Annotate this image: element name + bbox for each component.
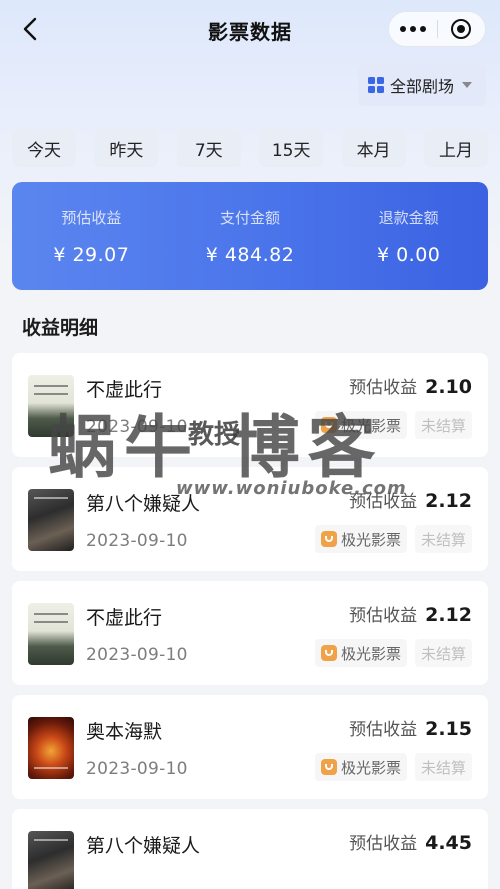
caret-down-icon	[462, 82, 473, 88]
grid-icon	[368, 77, 384, 93]
cup-icon	[320, 645, 337, 661]
movie-poster	[28, 603, 74, 665]
order-date: 2023-09-10	[86, 759, 188, 779]
record-tags: 极光影票 未结算	[314, 753, 472, 781]
earnings: 预估收益 2.12	[349, 487, 472, 512]
stat-label: 退款金额	[378, 208, 439, 227]
platform-tag: 极光影票	[314, 525, 407, 553]
order-date: 2023-09-10	[86, 531, 188, 551]
platform-name: 极光影票	[340, 530, 401, 549]
platform-tag: 极光影票	[314, 411, 407, 439]
more-dots-icon	[399, 26, 426, 32]
earnings-label: 预估收益	[349, 378, 418, 398]
top-bar: 影票数据	[0, 0, 500, 58]
earnings-value: 2.12	[425, 604, 472, 626]
movie-title: 不虚此行	[86, 607, 163, 629]
venue-filter-label: 全部剧场	[390, 77, 455, 96]
movie-title: 第八个嫌疑人	[86, 835, 201, 857]
earnings-label: 预估收益	[349, 834, 418, 854]
order-date: 2023-09-10	[86, 417, 188, 437]
cup-icon	[320, 417, 337, 433]
venue-filter-dropdown[interactable]: 全部剧场	[358, 64, 486, 106]
earnings-value: 2.12	[425, 490, 472, 512]
stat-paid-amount: 支付金额 ¥ 484.82	[171, 182, 330, 290]
record-tags: 极光影票 未结算	[314, 411, 472, 439]
platform-name: 极光影票	[340, 416, 401, 435]
stat-label: 预估收益	[61, 208, 122, 227]
earnings: 预估收益 4.45	[349, 829, 472, 854]
earnings-label: 预估收益	[349, 606, 418, 626]
platform-name: 极光影票	[340, 758, 401, 777]
stat-value: ¥ 484.82	[205, 243, 295, 266]
tab-today[interactable]: 今天	[12, 129, 76, 167]
cup-icon	[320, 531, 337, 547]
earnings-label: 预估收益	[349, 720, 418, 740]
tab-this-month[interactable]: 本月	[341, 129, 406, 167]
earnings: 预估收益 2.10	[349, 373, 472, 398]
list-item[interactable]: 奥本海默 2023-09-10 预估收益 2.15 极光影票 未结算	[12, 695, 488, 799]
list-item[interactable]: 第八个嫌疑人 预估收益 4.45	[12, 809, 488, 889]
settlement-status: 未结算	[414, 525, 472, 553]
cup-icon	[320, 759, 337, 775]
period-tabs: 今天 昨天 7天 15天 本月 上月	[12, 129, 488, 167]
section-title: 收益明细	[22, 317, 99, 339]
target-icon	[451, 19, 472, 39]
list-item[interactable]: 第八个嫌疑人 2023-09-10 预估收益 2.12 极光影票 未结算	[12, 467, 488, 571]
mini-program-capsule	[388, 11, 486, 47]
earnings-value: 2.10	[425, 376, 472, 398]
earnings-label: 预估收益	[349, 492, 418, 512]
earnings: 预估收益 2.12	[349, 601, 472, 626]
movie-title: 奥本海默	[86, 721, 163, 743]
movie-poster	[28, 489, 74, 551]
tab-15-days[interactable]: 15天	[259, 129, 324, 167]
platform-name: 极光影票	[340, 644, 401, 663]
movie-title: 不虚此行	[86, 379, 163, 401]
movie-poster	[28, 375, 74, 437]
close-button[interactable]	[437, 11, 485, 47]
tab-7-days[interactable]: 7天	[176, 129, 241, 167]
movie-poster	[28, 717, 74, 779]
platform-tag: 极光影票	[314, 753, 407, 781]
list-item[interactable]: 不虚此行 2023-09-10 预估收益 2.12 极光影票 未结算	[12, 581, 488, 685]
record-tags: 极光影票 未结算	[314, 525, 472, 553]
tab-last-month[interactable]: 上月	[423, 129, 488, 167]
stat-value: ¥ 29.07	[53, 243, 130, 266]
stat-refund-amount: 退款金额 ¥ 0.00	[329, 182, 488, 290]
stat-label: 支付金额	[220, 208, 281, 227]
platform-tag: 极光影票	[314, 639, 407, 667]
earnings: 预估收益 2.15	[349, 715, 472, 740]
record-tags: 极光影票 未结算	[314, 639, 472, 667]
list-item[interactable]: 不虚此行 2023-09-10 预估收益 2.10 极光影票 未结算	[12, 353, 488, 457]
movie-title: 第八个嫌疑人	[86, 493, 201, 515]
earnings-value: 4.45	[425, 832, 472, 854]
settlement-status: 未结算	[414, 753, 472, 781]
earnings-value: 2.15	[425, 718, 472, 740]
summary-card: 预估收益 ¥ 29.07 支付金额 ¥ 484.82 退款金额 ¥ 0.00	[12, 182, 488, 290]
stat-value: ¥ 0.00	[376, 243, 441, 266]
order-date: 2023-09-10	[86, 645, 188, 665]
more-button[interactable]	[389, 11, 437, 47]
movie-poster	[28, 831, 74, 889]
settlement-status: 未结算	[414, 639, 472, 667]
settlement-status: 未结算	[414, 411, 472, 439]
tab-yesterday[interactable]: 昨天	[94, 129, 159, 167]
stat-estimated-earnings: 预估收益 ¥ 29.07	[12, 182, 171, 290]
